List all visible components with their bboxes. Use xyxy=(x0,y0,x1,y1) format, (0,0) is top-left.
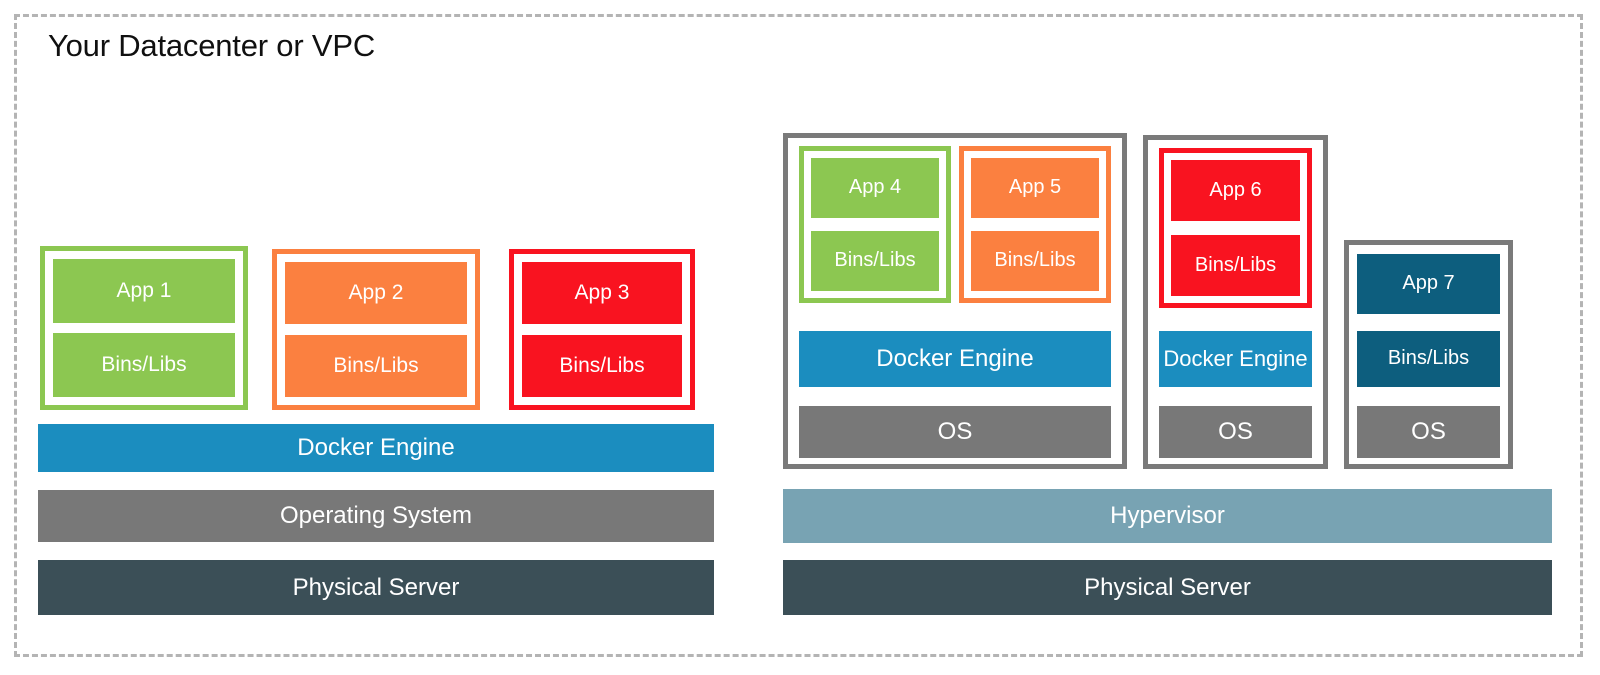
bins-libs-label: Bins/Libs xyxy=(333,353,419,377)
container-app-6[interactable]: App 6 Bins/Libs xyxy=(1159,148,1312,308)
vm1-docker-engine-bar: Docker Engine xyxy=(799,331,1111,387)
vm1-os-bar: OS xyxy=(799,406,1111,458)
app-label: App 5 xyxy=(1008,176,1062,199)
vm3-os-bar: OS xyxy=(1357,406,1500,458)
app-box-4: App 4 xyxy=(811,158,939,218)
left-docker-engine-bar: Docker Engine xyxy=(38,424,714,472)
container-app-4[interactable]: App 4 Bins/Libs xyxy=(799,146,951,303)
app-label: App 3 xyxy=(574,280,630,304)
app-box-7: App 7 xyxy=(1357,254,1500,314)
app-box-5: App 5 xyxy=(971,158,1099,218)
layer-label: Physical Server xyxy=(292,573,460,601)
container-app-1[interactable]: App 1 Bins/Libs xyxy=(40,246,248,410)
container-app-5[interactable]: App 5 Bins/Libs xyxy=(959,146,1111,303)
bins-libs-box-6: Bins/Libs xyxy=(1171,235,1300,296)
bins-libs-box-3: Bins/Libs xyxy=(522,335,682,397)
app-box-1: App 1 xyxy=(53,259,235,323)
bins-libs-box-2: Bins/Libs xyxy=(285,335,467,397)
bins-libs-label: Bins/Libs xyxy=(1194,253,1277,276)
hypervisor-bar: Hypervisor xyxy=(783,489,1552,543)
vm2-os-bar: OS xyxy=(1159,406,1312,458)
app-label: App 4 xyxy=(848,176,902,199)
bins-libs-label: Bins/Libs xyxy=(1387,347,1470,370)
app-label: App 7 xyxy=(1402,272,1455,295)
bins-libs-box-7: Bins/Libs xyxy=(1357,331,1500,387)
left-physical-server-bar: Physical Server xyxy=(38,560,714,615)
bins-libs-label: Bins/Libs xyxy=(994,249,1076,272)
app-label: App 1 xyxy=(116,278,172,302)
right-physical-server-bar: Physical Server xyxy=(783,560,1552,615)
bins-libs-label: Bins/Libs xyxy=(559,353,645,377)
bins-libs-label: Bins/Libs xyxy=(101,352,187,376)
left-operating-system-bar: Operating System xyxy=(38,490,714,542)
layer-label: Docker Engine xyxy=(1163,346,1308,372)
layer-label: Operating System xyxy=(279,502,473,530)
app-box-3: App 3 xyxy=(522,262,682,324)
bins-libs-label: Bins/Libs xyxy=(834,249,916,272)
layer-label: Docker Engine xyxy=(297,434,455,462)
app-label: App 6 xyxy=(1209,178,1262,201)
page-title: Your Datacenter or VPC xyxy=(48,28,376,63)
layer-label: OS xyxy=(1411,418,1446,446)
app-box-2: App 2 xyxy=(285,262,467,324)
app-box-6: App 6 xyxy=(1171,160,1300,221)
layer-label: Docker Engine xyxy=(876,345,1034,373)
bins-libs-box-4: Bins/Libs xyxy=(811,231,939,291)
container-app-2[interactable]: App 2 Bins/Libs xyxy=(272,249,480,410)
layer-label: Hypervisor xyxy=(1110,502,1225,530)
layer-label: OS xyxy=(1218,418,1253,446)
app-label: App 2 xyxy=(348,280,404,304)
vm2-docker-engine-bar: Docker Engine xyxy=(1159,331,1312,387)
bins-libs-box-1: Bins/Libs xyxy=(53,333,235,397)
diagram-canvas: Your Datacenter or VPC App 1 Bins/Libs A… xyxy=(0,0,1600,675)
layer-label: Physical Server xyxy=(1084,573,1251,601)
container-app-3[interactable]: App 3 Bins/Libs xyxy=(509,249,695,410)
layer-label: OS xyxy=(937,418,973,446)
bins-libs-box-5: Bins/Libs xyxy=(971,231,1099,291)
